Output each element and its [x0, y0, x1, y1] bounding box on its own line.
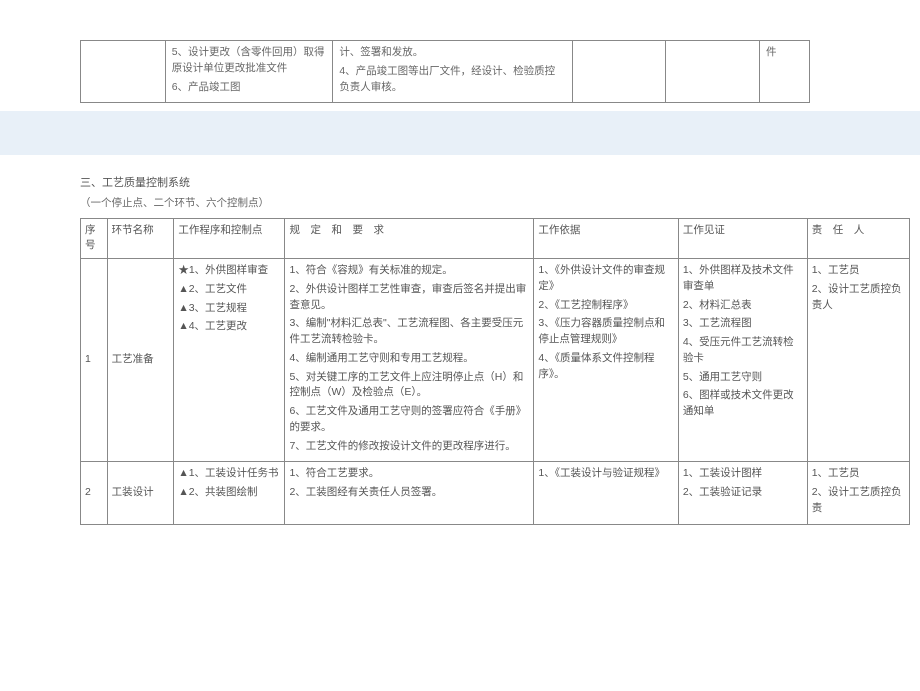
list-item: ★1、外供图样审查: [178, 263, 280, 279]
list-item: 2、设计工艺质控负责人: [812, 282, 905, 314]
cell-zr: 1、工艺员 2、设计工艺质控负责人: [807, 259, 909, 462]
th-gd: 规 定 和 要 求: [285, 218, 534, 259]
list-item: 1、工艺员: [812, 263, 905, 279]
cell-gd: 1、符合工艺要求。 2、工装图经有关责任人员签署。: [285, 462, 534, 524]
th-hj: 环节名称: [107, 218, 174, 259]
cell-gc: ★1、外供图样审查 ▲2、工艺文件 ▲3、工艺规程 ▲4、工艺更改: [174, 259, 285, 462]
table-header-row: 序号 环节名称 工作程序和控制点 规 定 和 要 求 工作依据 工作见证 责 任…: [81, 218, 910, 259]
list-item: ▲1、工装设计任务书: [178, 466, 280, 482]
top-col3-line2: 4、产品竣工图等出厂文件，经设计、检验质控负责人审核。: [339, 64, 565, 96]
list-item: 2、外供设计图样工艺性审查，审查后签名并提出审查意见。: [289, 282, 529, 314]
list-item: 4、《质量体系文件控制程序》。: [538, 351, 673, 383]
list-item: 4、编制通用工艺守则和专用工艺规程。: [289, 351, 529, 367]
list-item: 6、图样或技术文件更改通知单: [683, 388, 803, 420]
list-item: 3、编制"材料汇总表"、工艺流程图、各主要受压元件工艺流转检验卡。: [289, 316, 529, 348]
list-item: ▲3、工艺规程: [178, 301, 280, 317]
list-item: 1、工装设计图样: [683, 466, 803, 482]
list-item: 2、材料汇总表: [683, 298, 803, 314]
cell-hj: 工装设计: [107, 462, 174, 524]
list-item: 2、设计工艺质控负责: [812, 485, 905, 517]
table-row: 2 工装设计 ▲1、工装设计任务书 ▲2、共装图绘制 1、符合工艺要求。 2、工…: [81, 462, 910, 524]
list-item: 1、工艺员: [812, 466, 905, 482]
th-jz: 工作见证: [678, 218, 807, 259]
cell-zr: 1、工艺员 2、设计工艺质控负责: [807, 462, 909, 524]
top-col2-line1: 5、设计更改（含零件回用）取得原设计单位更改批准文件: [172, 45, 327, 77]
cell-yj: 1、《外供设计文件的审查规定》 2、《工艺控制程序》 3、《压力容器质量控制点和…: [534, 259, 678, 462]
th-xh: 序号: [81, 218, 108, 259]
separator-band: [0, 111, 920, 155]
list-item: 1、《工装设计与验证规程》: [538, 466, 673, 482]
cell-xh: 1: [81, 259, 108, 462]
list-item: ▲4、工艺更改: [178, 319, 280, 335]
list-item: 1、符合《容规》有关标准的规定。: [289, 263, 529, 279]
list-item: 5、对关键工序的工艺文件上应注明停止点（H）和控制点（W）及检验点（E）。: [289, 370, 529, 402]
top-fragment-table: 5、设计更改（含零件回用）取得原设计单位更改批准文件 6、产品竣工图 计、签署和…: [80, 40, 810, 103]
cell-xh: 2: [81, 462, 108, 524]
list-item: 3、《压力容器质量控制点和停止点管理规则》: [538, 316, 673, 348]
list-item: 3、工艺流程图: [683, 316, 803, 332]
list-item: 2、工装验证记录: [683, 485, 803, 501]
cell-jz: 1、外供图样及技术文件审查单 2、材料汇总表 3、工艺流程图 4、受压元件工艺流…: [678, 259, 807, 462]
list-item: 1、《外供设计文件的审查规定》: [538, 263, 673, 295]
section-subtitle: （一个停止点、二个环节、六个控制点）: [80, 196, 920, 212]
list-item: 1、符合工艺要求。: [289, 466, 529, 482]
th-yj: 工作依据: [534, 218, 678, 259]
main-table: 序号 环节名称 工作程序和控制点 规 定 和 要 求 工作依据 工作见证 责 任…: [80, 218, 910, 525]
list-item: 2、工装图经有关责任人员签署。: [289, 485, 529, 501]
th-gc: 工作程序和控制点: [174, 218, 285, 259]
list-item: 1、外供图样及技术文件审查单: [683, 263, 803, 295]
cell-yj: 1、《工装设计与验证规程》: [534, 462, 678, 524]
cell-hj: 工艺准备: [107, 259, 174, 462]
table-row: 1 工艺准备 ★1、外供图样审查 ▲2、工艺文件 ▲3、工艺规程 ▲4、工艺更改…: [81, 259, 910, 462]
list-item: 5、通用工艺守则: [683, 370, 803, 386]
list-item: ▲2、共装图绘制: [178, 485, 280, 501]
list-item: 4、受压元件工艺流转检验卡: [683, 335, 803, 367]
list-item: 6、工艺文件及通用工艺守则的签署应符合《手册》的要求。: [289, 404, 529, 436]
list-item: 2、《工艺控制程序》: [538, 298, 673, 314]
th-zr: 责 任 人: [807, 218, 909, 259]
top-col6: 件: [766, 46, 777, 58]
section-title: 三、工艺质量控制系统: [80, 175, 920, 192]
cell-jz: 1、工装设计图样 2、工装验证记录: [678, 462, 807, 524]
list-item: 7、工艺文件的修改按设计文件的更改程序进行。: [289, 439, 529, 455]
cell-gd: 1、符合《容规》有关标准的规定。 2、外供设计图样工艺性审查，审查后签名并提出审…: [285, 259, 534, 462]
top-col2-line2: 6、产品竣工图: [172, 80, 327, 96]
list-item: ▲2、工艺文件: [178, 282, 280, 298]
cell-gc: ▲1、工装设计任务书 ▲2、共装图绘制: [174, 462, 285, 524]
top-col3-line1: 计、签署和发放。: [339, 45, 565, 61]
